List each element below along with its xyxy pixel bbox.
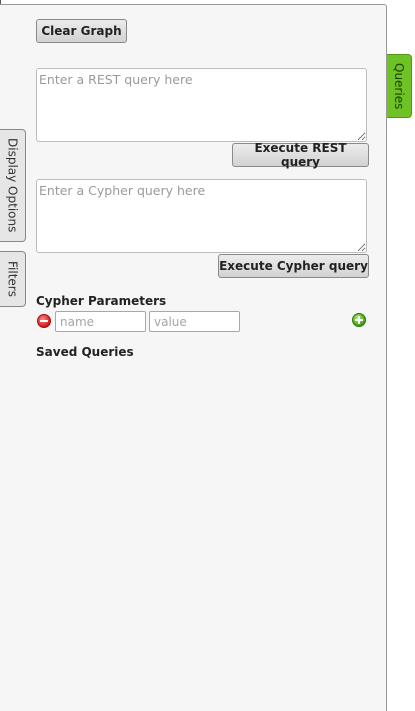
tab-queries[interactable]: Queries xyxy=(387,54,412,118)
plus-circle-icon[interactable] xyxy=(352,313,366,327)
tab-filters-label: Filters xyxy=(5,261,20,297)
execute-rest-button[interactable]: Execute REST query xyxy=(232,141,369,169)
cypher-parameters-heading: Cypher Parameters xyxy=(36,294,167,308)
execute-cypher-button[interactable]: Execute Cypher query xyxy=(218,254,369,278)
param-name-input[interactable] xyxy=(55,311,146,332)
tab-queries-label: Queries xyxy=(392,62,406,110)
tab-display-options-label: Display Options xyxy=(5,138,20,233)
saved-queries-heading: Saved Queries xyxy=(36,345,134,359)
minus-circle-icon[interactable] xyxy=(37,314,51,328)
tab-filters[interactable]: Filters xyxy=(0,251,26,307)
tab-display-options[interactable]: Display Options xyxy=(0,129,26,242)
rest-query-input[interactable] xyxy=(36,68,367,142)
cypher-query-input[interactable] xyxy=(36,179,367,253)
clear-graph-button[interactable]: Clear Graph xyxy=(36,19,127,43)
param-value-input[interactable] xyxy=(149,311,240,332)
